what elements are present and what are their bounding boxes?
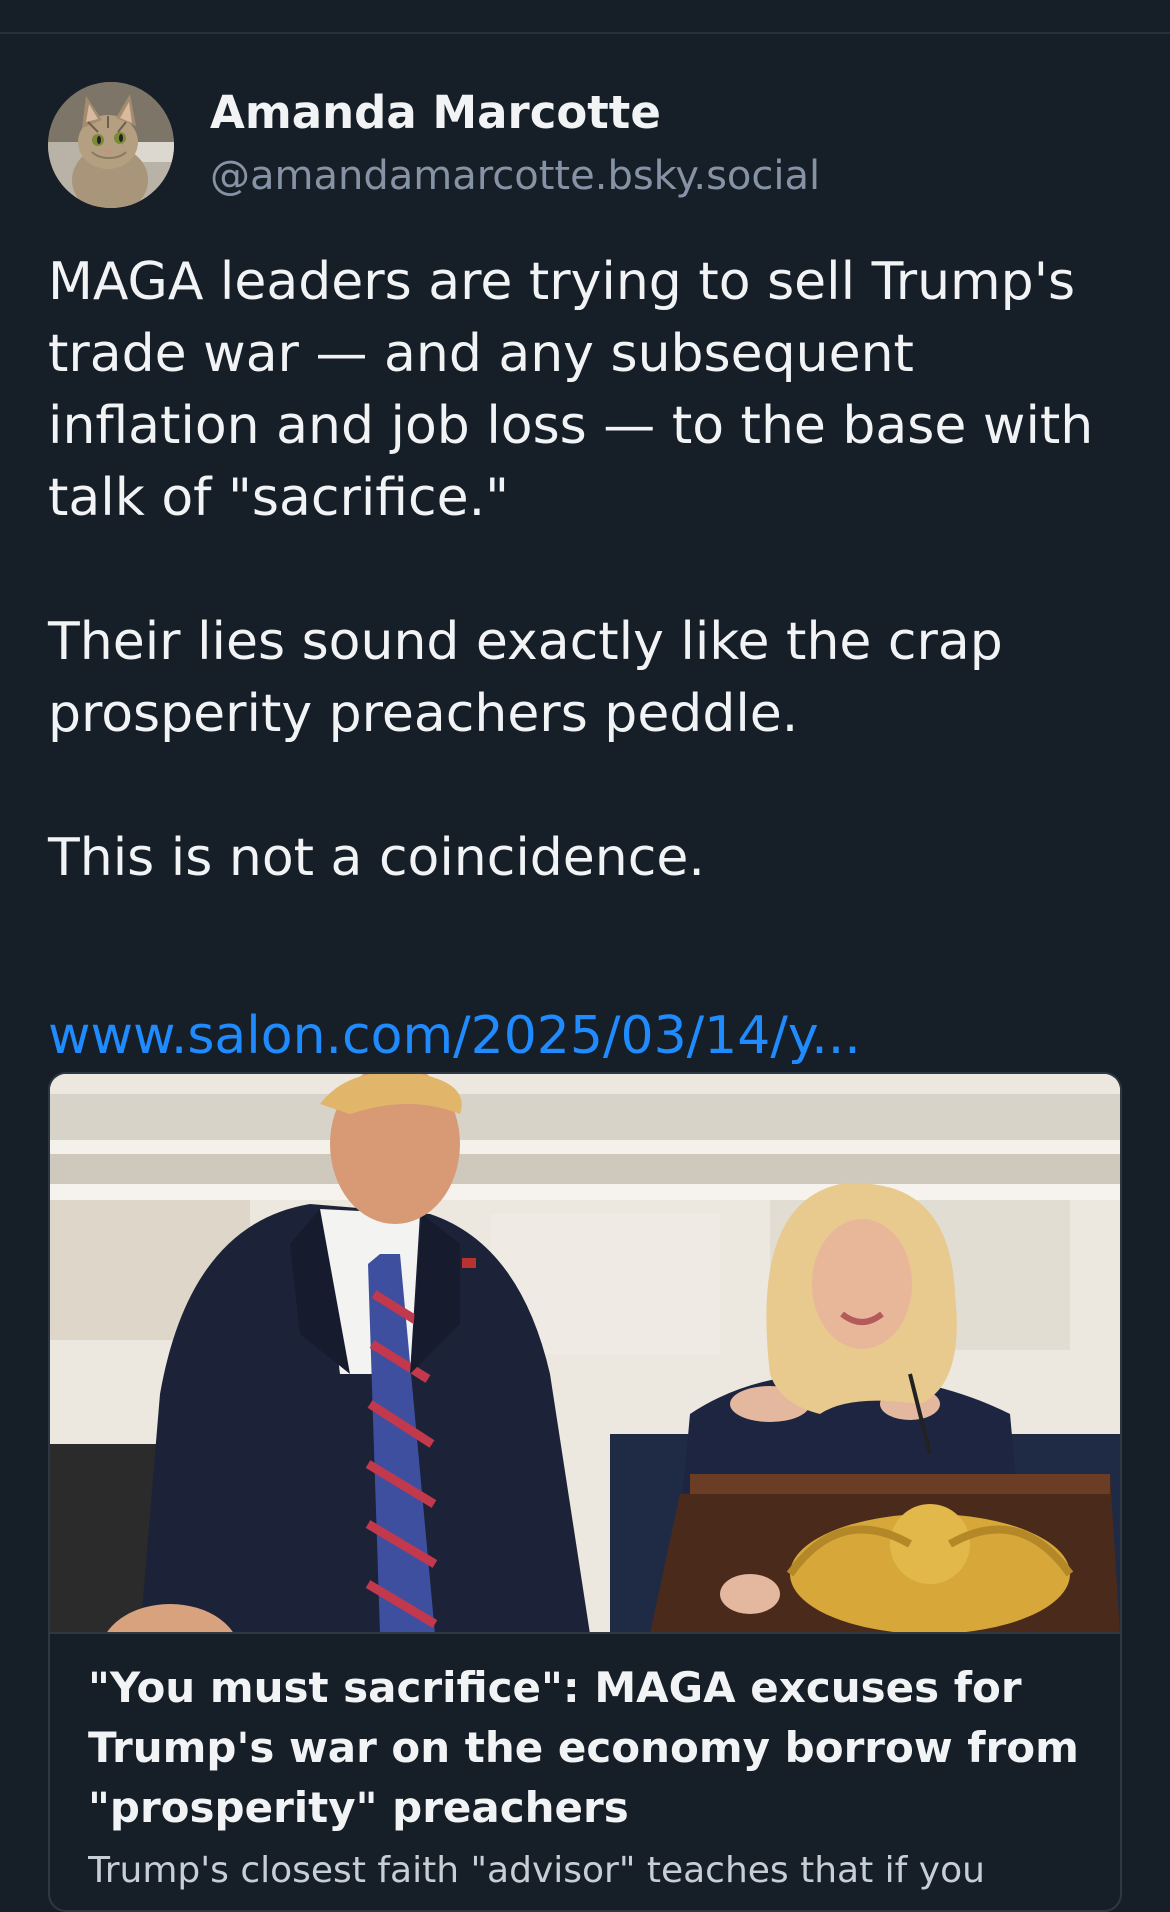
- avatar[interactable]: [48, 82, 174, 208]
- top-bar: [0, 0, 1170, 34]
- link-card[interactable]: "You must sacrifice": MAGA excuses for T…: [48, 1072, 1122, 1912]
- link-card-title[interactable]: "You must sacrifice": MAGA excuses for T…: [88, 1658, 1088, 1838]
- author-handle[interactable]: @amandamarcotte.bsky.social: [210, 153, 820, 199]
- post-paragraph: This is not a coincidence.: [48, 828, 705, 888]
- cat-avatar-image: [48, 82, 174, 208]
- link-card-image[interactable]: [50, 1074, 1120, 1634]
- post-link[interactable]: www.salon.com/2025/03/14/y...: [48, 1000, 861, 1072]
- card-photo: [50, 1074, 1120, 1632]
- post[interactable]: Amanda Marcotte @amandamarcotte.bsky.soc…: [0, 36, 1170, 1912]
- post-paragraph: Their lies sound exactly like the crap p…: [48, 612, 1003, 744]
- post-paragraph: MAGA leaders are trying to sell Trump's …: [48, 252, 1094, 528]
- link-card-description: Trump's closest faith "advisor" teaches …: [88, 1850, 985, 1891]
- post-text: MAGA leaders are trying to sell Trump's …: [48, 246, 1128, 894]
- author-display-name[interactable]: Amanda Marcotte: [210, 86, 661, 139]
